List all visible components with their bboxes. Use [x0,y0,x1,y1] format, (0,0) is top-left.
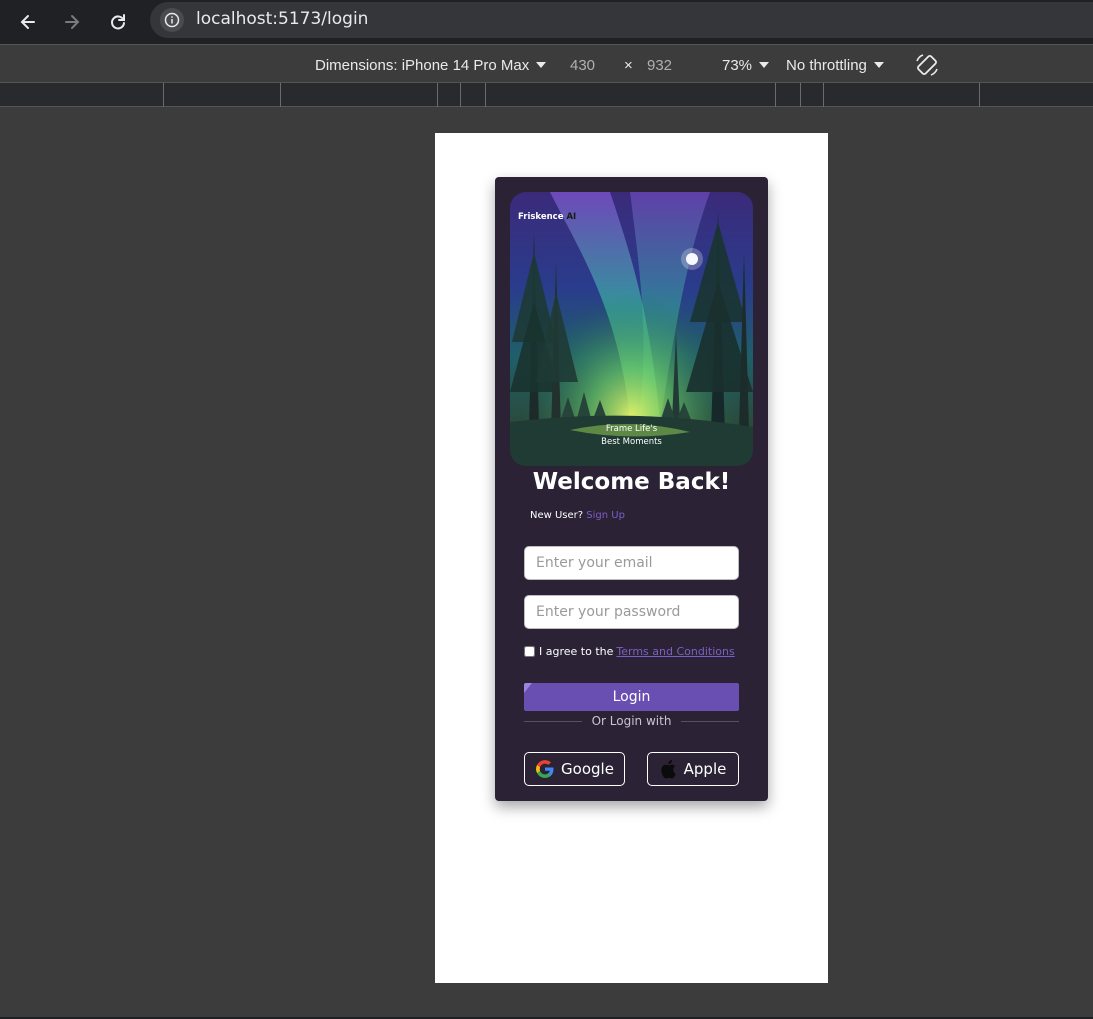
divider-text: Or Login with [591,714,672,728]
times-label: × [624,57,633,74]
ruler-tick [460,83,461,107]
new-user-row: New User? Sign Up [530,510,625,521]
ruler-tick [823,83,824,107]
google-icon [536,760,554,778]
rotate-device-icon[interactable] [914,52,940,78]
ruler-tick [280,83,281,107]
tagline-line-1: Frame Life's [605,424,658,434]
chevron-down-icon [759,62,770,68]
login-card: Friskence AI Frame Life's Best Moments W… [495,177,768,801]
arrow-left-icon [20,15,35,29]
login-button[interactable]: Login [524,683,739,711]
ruler-tick [437,83,438,107]
ruler-tick [163,83,164,107]
email-field[interactable] [524,546,739,580]
zoom-select[interactable]: 73% [722,57,770,74]
terms-row: I agree to the Terms and Conditions [524,645,735,658]
or-login-divider: Or Login with [524,714,739,728]
site-info-icon[interactable] [160,8,184,32]
chevron-down-icon [536,62,547,68]
ruler-tick [775,83,776,107]
info-icon [164,12,180,28]
page-title: Welcome Back! [532,469,731,495]
tagline: Frame Life's Best Moments [510,423,753,449]
media-query-ruler [0,83,1093,107]
reload-icon [111,14,125,30]
back-button[interactable] [14,8,42,36]
reload-button[interactable] [104,8,132,36]
url-text[interactable]: localhost:5173/login [196,9,368,29]
terms-link[interactable]: Terms and Conditions [616,645,734,658]
device-viewport: Friskence AI Frame Life's Best Moments W… [435,133,828,983]
login-button-label: Login [612,689,651,705]
new-user-text: New User? [530,510,584,521]
google-button-label: Google [561,760,614,778]
button-corner-accent [524,683,532,693]
dimensions-select[interactable]: Dimensions: iPhone 14 Pro Max [315,57,547,74]
brand-suffix: AI [566,212,577,222]
signup-link[interactable]: Sign Up [586,510,625,521]
agree-text: I agree to the [539,645,614,658]
brand-name: Friskence [518,212,564,222]
dimensions-label: Dimensions: iPhone 14 Pro Max [315,57,530,74]
height-input[interactable]: 932 [647,57,672,74]
forward-button[interactable] [58,8,86,36]
throttling-select[interactable]: No throttling [786,57,884,74]
terms-checkbox[interactable] [524,646,535,657]
divider-line [681,720,739,722]
tagline-line-2: Best Moments [601,437,662,447]
browser-top-bar: localhost:5173/login [0,0,1093,44]
brand-logo: Friskence AI [518,212,576,222]
zoom-label: 73% [722,57,753,74]
throttling-label: No throttling [786,57,867,74]
divider-line [524,720,582,722]
arrow-right-icon [65,15,80,29]
address-bar[interactable]: localhost:5173/login [150,2,1093,38]
google-login-button[interactable]: Google [524,752,625,786]
ruler-tick [800,83,801,107]
password-field[interactable] [524,595,739,629]
ruler-tick [485,83,486,107]
apple-login-button[interactable]: Apple [647,752,739,786]
hero-image: Friskence AI Frame Life's Best Moments [510,192,753,466]
chevron-down-icon [873,62,884,68]
width-input[interactable]: 430 [570,57,595,74]
ruler-tick [979,83,980,107]
apple-icon [660,760,676,779]
apple-button-label: Apple [683,760,727,778]
